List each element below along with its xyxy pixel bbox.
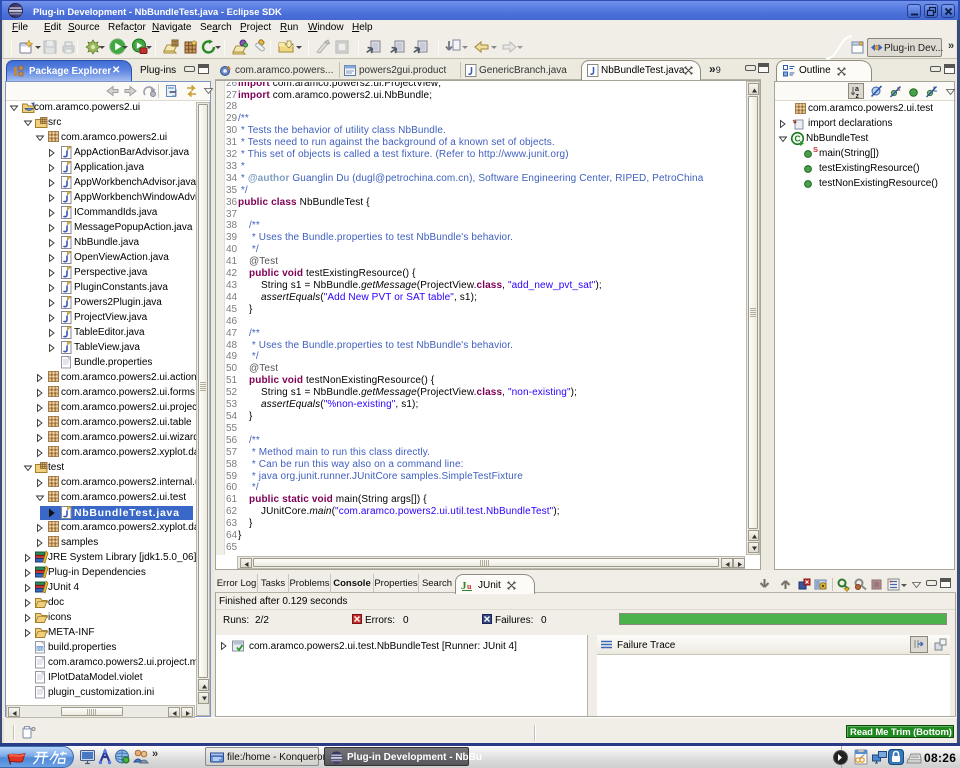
svg-text:z: z — [856, 93, 860, 100]
svg-text:C: C — [795, 134, 801, 144]
svg-text:u: u — [467, 582, 472, 591]
svg-text:a: a — [855, 86, 859, 93]
